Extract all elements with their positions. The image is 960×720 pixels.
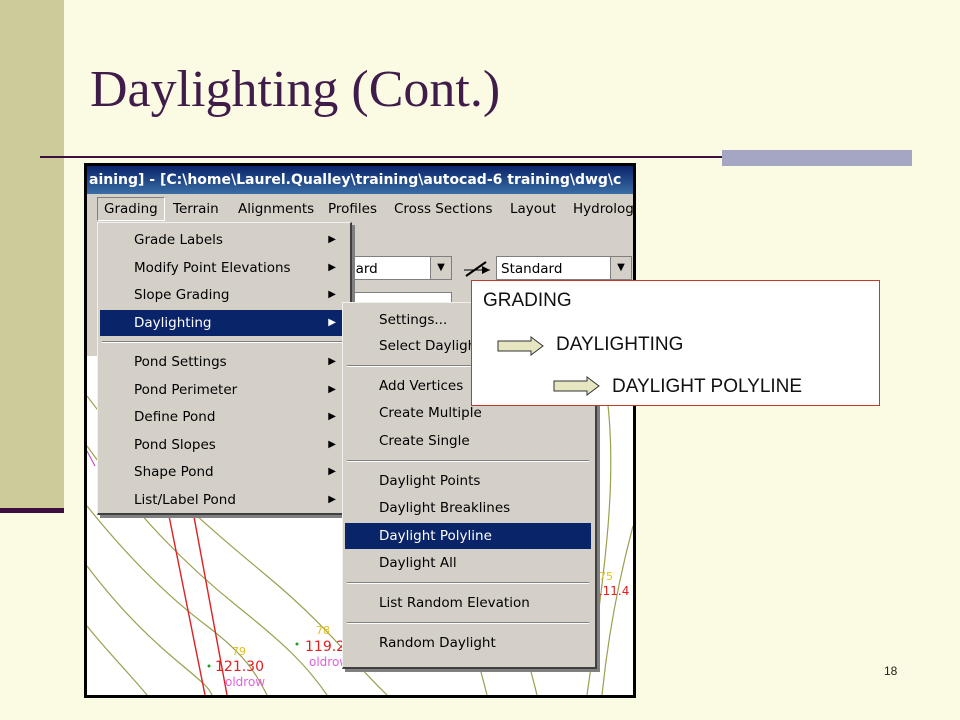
menu-item-label: Slope Grading xyxy=(134,287,230,303)
menu-item-label: Create Multiple xyxy=(379,405,482,421)
menu-item-label: Daylight All xyxy=(379,555,457,571)
menu-item-label: Pond Perimeter xyxy=(134,382,238,398)
menu-separator xyxy=(347,460,589,462)
menu-item-create-single[interactable]: Create Single xyxy=(345,428,591,454)
arrow-right-icon xyxy=(497,336,544,356)
point-number-label: 75 xyxy=(599,570,613,583)
menu-item-daylight-points[interactable]: Daylight Points xyxy=(345,468,591,494)
menu-alignments[interactable]: Alignments xyxy=(238,201,314,217)
menu-separator xyxy=(347,622,589,624)
window-title: aining] - [C:\home\Laurel.Qualley\traini… xyxy=(87,166,633,194)
style-dropdown-2-value: Standard xyxy=(501,261,563,277)
menu-separator xyxy=(347,582,589,584)
menu-cross-sections[interactable]: Cross Sections xyxy=(394,201,493,217)
callout-line-daylighting: DAYLIGHTING xyxy=(556,334,684,355)
menu-item-label: Settings... xyxy=(379,312,448,328)
menu-item-list-random-elevation[interactable]: List Random Elevation xyxy=(345,590,591,616)
menu-terrain[interactable]: Terrain xyxy=(173,201,219,217)
menu-item-label: Daylight Points xyxy=(379,473,481,489)
left-decor-accent xyxy=(0,508,64,513)
menu-item-label: Daylighting xyxy=(134,315,212,331)
menu-item-list-label-pond[interactable]: List/Label Pond ▶ xyxy=(100,487,346,513)
chevron-down-icon[interactable]: ▼ xyxy=(430,257,451,279)
menu-item-label: Daylight Polyline xyxy=(379,528,492,544)
left-decor-band xyxy=(0,0,64,512)
menu-hydrology[interactable]: Hydrolog xyxy=(573,201,633,217)
menu-item-label: Pond Slopes xyxy=(134,437,216,453)
menu-item-daylight-breaklines[interactable]: Daylight Breaklines xyxy=(345,495,591,521)
menu-item-label: Daylight Breaklines xyxy=(379,500,511,516)
menu-layout[interactable]: Layout xyxy=(510,201,556,217)
menu-item-label: Grade Labels xyxy=(134,232,223,248)
menu-item-daylight-polyline[interactable]: Daylight Polyline xyxy=(345,523,591,549)
menu-item-label: List Random Elevation xyxy=(379,595,530,611)
menu-item-label: Shape Pond xyxy=(134,464,214,480)
menu-item-define-pond[interactable]: Define Pond ▶ xyxy=(100,404,346,430)
point-number-label: 79 xyxy=(232,645,246,658)
style-dropdown-1[interactable]: dard ▼ xyxy=(342,256,452,280)
style-dropdown-2[interactable]: Standard ▼ xyxy=(496,256,632,280)
page-number: 18 xyxy=(884,664,898,678)
callout-line-grading: GRADING xyxy=(483,290,572,311)
menu-item-label: List/Label Pond xyxy=(134,492,236,508)
menu-item-modify-point-elevations[interactable]: Modify Point Elevations ▶ xyxy=(100,255,346,281)
title-rule-block xyxy=(722,150,912,166)
menu-separator xyxy=(102,341,344,343)
submenu-arrow-icon: ▶ xyxy=(328,262,336,273)
elevation-label: 121.30 xyxy=(215,659,264,675)
menu-item-label: Create Single xyxy=(379,433,470,449)
submenu-arrow-icon: ▶ xyxy=(328,494,336,505)
menu-item-random-daylight[interactable]: Random Daylight xyxy=(345,630,591,656)
submenu-arrow-icon: ▶ xyxy=(328,466,336,477)
point-number-label: 78 xyxy=(316,624,330,637)
menu-item-daylighting[interactable]: Daylighting ▶ xyxy=(100,310,346,336)
description-label: oldrow xyxy=(225,675,266,689)
menubar: Grading Terrain Alignments Profiles Cros… xyxy=(87,194,633,224)
menu-item-label: Define Pond xyxy=(134,409,216,425)
menu-item-pond-perimeter[interactable]: Pond Perimeter ▶ xyxy=(100,377,346,403)
menu-item-label: Random Daylight xyxy=(379,635,496,651)
menu-item-pond-slopes[interactable]: Pond Slopes ▶ xyxy=(100,432,346,458)
menu-item-label: Pond Settings xyxy=(134,354,227,370)
menu-path-callout: GRADING DAYLIGHTING DAYLIGHT POLYLINE xyxy=(471,280,880,406)
submenu-arrow-icon: ▶ xyxy=(328,384,336,395)
dimension-style-icon[interactable] xyxy=(462,256,492,280)
autocad-screenshot: aining] - [C:\home\Laurel.Qualley\traini… xyxy=(84,163,636,698)
menu-profiles[interactable]: Profiles xyxy=(328,201,377,217)
menu-item-pond-settings[interactable]: Pond Settings ▶ xyxy=(100,349,346,375)
arrow-right-icon xyxy=(553,376,600,396)
callout-line-daylight-polyline: DAYLIGHT POLYLINE xyxy=(612,376,803,397)
submenu-arrow-icon: ▶ xyxy=(328,234,336,245)
slide-title: Daylighting (Cont.) xyxy=(90,61,501,118)
menu-item-label: Modify Point Elevations xyxy=(134,260,291,276)
menu-item-label: Add Vertices xyxy=(379,378,464,394)
menu-item-shape-pond[interactable]: Shape Pond ▶ xyxy=(100,459,346,485)
submenu-arrow-icon: ▶ xyxy=(328,317,336,328)
submenu-arrow-icon: ▶ xyxy=(328,439,336,450)
grading-menu: Grade Labels ▶ Modify Point Elevations ▶ S… xyxy=(97,222,352,515)
submenu-arrow-icon: ▶ xyxy=(328,356,336,367)
submenu-arrow-icon: ▶ xyxy=(328,289,336,300)
submenu-arrow-icon: ▶ xyxy=(328,411,336,422)
chevron-down-icon[interactable]: ▼ xyxy=(610,257,631,279)
menu-grading[interactable]: Grading xyxy=(97,197,165,221)
elevation-label: 111.4 xyxy=(595,584,630,598)
menu-item-slope-grading[interactable]: Slope Grading ▶ xyxy=(100,282,346,308)
menu-item-daylight-all[interactable]: Daylight All xyxy=(345,550,591,576)
menu-item-grade-labels[interactable]: Grade Labels ▶ xyxy=(100,227,346,253)
